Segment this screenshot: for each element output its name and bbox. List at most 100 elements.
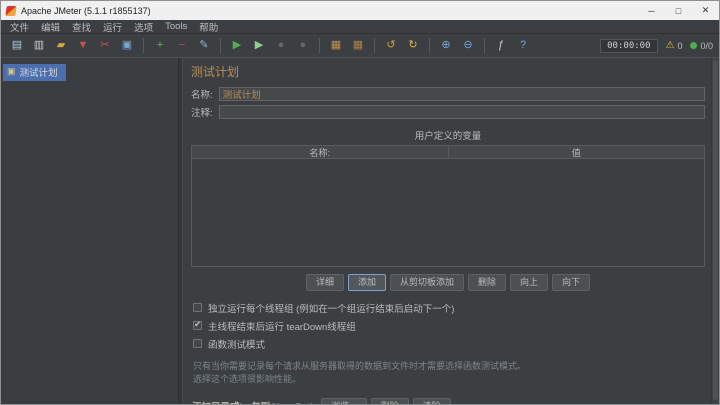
menu-item-tools[interactable]: Tools — [159, 21, 193, 32]
help-icon[interactable]: ? — [513, 36, 533, 56]
classpath-buttons: 浏览... 删除 清除 — [321, 397, 451, 404]
close-button[interactable]: ✕ — [692, 1, 719, 20]
checkbox-run-teardown-thread-groups[interactable]: 主线程结束后运行 tearDown线程组 — [193, 319, 705, 333]
toolbar-icon-glyph: ● — [277, 39, 285, 51]
function-helper-icon[interactable]: ƒ — [491, 36, 511, 56]
cut-icon[interactable]: ✂ — [95, 36, 115, 56]
add-from-clipboard-button[interactable]: 从剪切板添加 — [389, 274, 464, 291]
jmeter-window: Apache JMeter (5.1.1 r1855137) ─ □ ✕ 文件 … — [0, 0, 720, 405]
toolbar-separator — [319, 38, 320, 53]
menu-item-run[interactable]: 运行 — [97, 20, 128, 34]
toolbar-status-area: 00:00:00 ⚠ 0 0/0 — [600, 38, 713, 53]
active-threads-icon — [690, 42, 698, 49]
name-input[interactable] — [218, 87, 705, 101]
toolbar-icon-glyph: ? — [519, 39, 527, 51]
toolbar-icon-glyph: ● — [299, 39, 307, 51]
menu-item-options[interactable]: 选项 — [128, 20, 159, 34]
name-label: 名称: — [191, 90, 213, 101]
page-title: 测试计划 — [191, 65, 240, 79]
toolbar-icon-glyph: ⊕ — [441, 39, 451, 51]
clear-all-icon[interactable]: ↻ — [403, 36, 423, 56]
clear-icon[interactable]: ↺ — [381, 36, 401, 56]
toolbar-icon-glyph: ✂ — [100, 39, 110, 51]
menu-item-file[interactable]: 文件 — [4, 20, 35, 34]
add-button[interactable]: 添加 — [347, 274, 386, 291]
test-plan-icon: ▣ — [7, 66, 16, 76]
content-area: ▣ 测试计划 测试计划 名称: 注释: 用户定义的变量 名称: — [1, 58, 719, 404]
checkbox-label: 主线程结束后运行 tearDown线程组 — [208, 321, 356, 333]
shutdown-icon[interactable]: ● — [293, 36, 313, 56]
comments-label: 注释: — [191, 108, 213, 119]
open-file-icon[interactable]: ▰ — [51, 36, 71, 56]
toolbar-icon-glyph: ↻ — [408, 39, 418, 51]
up-button[interactable]: 向上 — [510, 274, 549, 291]
new-file-icon[interactable]: ▤ — [7, 36, 27, 56]
warning-count: 0 — [677, 40, 683, 51]
toolbar-icons: ▤ ▥ ▰ ▼ ✂ ▣ + − ✎ ▶ ▶ ● ● ▦ ▦ ↺ ↻ ⊕ ⊖ ƒ … — [7, 36, 533, 56]
checkbox-functional-test-mode[interactable]: 函数测试模式 — [193, 337, 705, 351]
stop-icon[interactable]: ● — [271, 36, 291, 56]
scrollbar-thumb[interactable] — [713, 60, 718, 400]
toolbar-separator — [374, 38, 375, 53]
log-warnings-indicator[interactable]: ⚠ 0 — [665, 39, 683, 51]
user-defined-variables-title: 用户定义的变量 — [414, 131, 482, 142]
toolbar-separator — [220, 38, 221, 53]
maximize-button[interactable]: □ — [665, 1, 692, 20]
tree-item-test-plan[interactable]: ▣ 测试计划 — [3, 63, 66, 81]
jmeter-logo-icon — [5, 5, 17, 16]
classpath-row: 添加目录或jar包到ClassPath 浏览... 删除 清除 — [192, 397, 705, 404]
classpath-clear-button[interactable]: 清除 — [412, 397, 451, 404]
remote-start-all-icon[interactable]: ▦ — [326, 36, 346, 56]
edit-icon[interactable]: ✎ — [194, 36, 214, 56]
search-reset-icon[interactable]: ⊖ — [458, 36, 478, 56]
search-icon[interactable]: ⊕ — [436, 36, 456, 56]
toolbar-icon-glyph: ▶ — [232, 39, 242, 51]
variables-column-header: 名称: — [192, 146, 449, 158]
toolbar-icon-glyph: ▶ — [254, 39, 264, 51]
down-button[interactable]: 向下 — [552, 274, 591, 291]
start-icon[interactable]: ▶ — [227, 36, 247, 56]
menu-item-edit[interactable]: 编辑 — [35, 20, 66, 34]
toolbar-icon-glyph: ƒ — [497, 39, 505, 51]
templates-icon[interactable]: ▥ — [29, 36, 49, 56]
checkbox-label: 独立运行每个线程组 (例如在一个组运行结束后启动下一个) — [208, 303, 455, 315]
elapsed-time-display: 00:00:00 — [600, 38, 658, 53]
help-line: 只有当你需要记录每个请求从服务器取得的数据到文件时才需要选择函数测试模式。 — [193, 360, 527, 371]
menu-item-search[interactable]: 查找 — [66, 20, 97, 34]
detail-button[interactable]: 详细 — [305, 274, 344, 291]
variables-column-header: 值 — [571, 147, 581, 158]
test-plan-tree: ▣ 测试计划 — [1, 58, 178, 404]
checkbox[interactable] — [193, 303, 202, 313]
toolbar-icon-glyph: − — [178, 39, 186, 51]
comments-input[interactable] — [218, 105, 705, 119]
test-plan-editor: 测试计划 名称: 注释: 用户定义的变量 名称: 值 — [183, 58, 719, 404]
checkbox-run-thread-groups-consecutively[interactable]: 独立运行每个线程组 (例如在一个组运行结束后启动下一个) — [193, 301, 705, 315]
active-threads-count: 0/0 — [700, 40, 713, 51]
variables-table-header: 名称: 值 — [192, 146, 704, 159]
checkbox[interactable] — [193, 339, 202, 349]
warning-icon: ⚠ — [665, 39, 675, 51]
delete-button[interactable]: 删除 — [468, 274, 507, 291]
classpath-label: 添加目录或jar包到ClassPath — [192, 399, 316, 404]
expand-all-icon[interactable]: + — [150, 36, 170, 56]
window-controls: ─ □ ✕ — [638, 1, 719, 20]
help-line: 选择这个选项很影响性能。 — [193, 374, 302, 385]
classpath-delete-button[interactable]: 删除 — [370, 397, 409, 404]
toolbar-icon-glyph: ▼ — [77, 39, 89, 51]
toolbar-separator — [429, 38, 430, 53]
variables-table-body[interactable] — [192, 159, 704, 266]
checkbox[interactable] — [193, 319, 202, 331]
remote-stop-all-icon[interactable]: ▦ — [348, 36, 368, 56]
collapse-all-icon[interactable]: − — [172, 36, 192, 56]
active-threads-indicator: 0/0 — [690, 41, 713, 51]
start-no-timers-icon[interactable]: ▶ — [249, 36, 269, 56]
minimize-button[interactable]: ─ — [638, 1, 665, 20]
browse-button[interactable]: 浏览... — [321, 397, 367, 404]
toolbar-icon-glyph: ▦ — [352, 39, 364, 51]
toolbar-icon-glyph: ▣ — [121, 39, 133, 51]
vertical-scrollbar[interactable] — [711, 58, 719, 404]
name-row: 名称: — [191, 87, 705, 101]
toggle-icon[interactable]: ▣ — [117, 36, 137, 56]
save-icon[interactable]: ▼ — [73, 36, 93, 56]
menu-item-help[interactable]: 帮助 — [193, 20, 224, 34]
